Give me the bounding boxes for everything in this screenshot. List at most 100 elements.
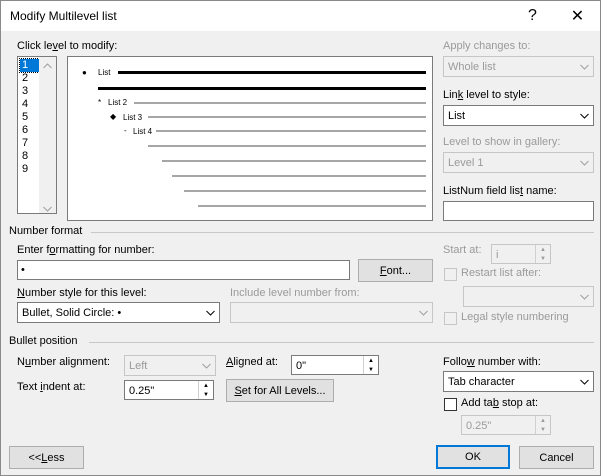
spin-up-icon[interactable]: ▲ [364, 356, 378, 365]
preview-bullet-2: * [98, 98, 102, 107]
level-item-7[interactable]: 7 [20, 137, 39, 150]
chevron-down-icon [576, 153, 593, 172]
tab-stop-spinner: 0.25" ▲ ▼ [461, 415, 551, 435]
preview-line [184, 190, 426, 192]
spin-down-icon[interactable]: ▼ [364, 365, 378, 374]
dialog-title: Modify Multilevel list [10, 9, 117, 23]
legal-style-label: Legal style numbering [461, 311, 569, 323]
spin-up-icon: ▲ [540, 246, 546, 253]
number-alignment-combo: Left [124, 355, 216, 376]
scroll-up-icon[interactable] [43, 60, 52, 72]
spin-down-icon[interactable]: ▼ [199, 390, 213, 399]
font-button[interactable]: Font... [358, 259, 433, 282]
aligned-at-spinner[interactable]: 0" ▲ ▼ [291, 355, 379, 375]
level-list[interactable]: 1 2 3 4 5 6 7 8 9 [17, 56, 57, 214]
follow-number-label: Follow number with: [443, 356, 541, 368]
section-divider [91, 232, 594, 233]
add-tab-stop-checkbox[interactable] [444, 398, 457, 411]
number-style-value: Bullet, Solid Circle: • [22, 307, 122, 319]
chevron-down-icon [198, 356, 215, 375]
spin-down-icon: ▼ [540, 426, 546, 433]
chevron-down-icon [415, 303, 432, 322]
include-level-combo [230, 302, 433, 323]
preview-line [98, 87, 426, 90]
chevron-down-icon [576, 57, 593, 76]
start-at-label: Start at: [443, 244, 482, 256]
help-button[interactable]: ? [510, 1, 555, 31]
chevron-down-icon [576, 287, 593, 306]
listnum-label: ListNum field list name: [443, 185, 557, 197]
spin-arrows[interactable]: ▲ ▼ [198, 381, 213, 399]
title-bar: Modify Multilevel list ? ✕ [1, 1, 600, 31]
preview-text-2: List 2 [108, 98, 128, 107]
preview-text-3: List 3 [123, 113, 143, 122]
level-item-3[interactable]: 3 [20, 85, 39, 98]
text-indent-label: Text indent at: [17, 381, 86, 393]
preview-bullet-1: ● [82, 68, 87, 77]
number-format-field[interactable]: • [17, 260, 350, 280]
preview-line [118, 71, 426, 74]
level-item-8[interactable]: 8 [20, 150, 39, 163]
spin-up-icon: ▲ [540, 417, 546, 424]
level-item-1[interactable]: 1 [19, 58, 40, 73]
cancel-button[interactable]: Cancel [519, 446, 594, 469]
gallery-level-label: Level to show in gallery: [443, 136, 561, 148]
section-divider [89, 342, 594, 343]
tab-stop-value: 0.25" [466, 420, 492, 432]
link-level-combo[interactable]: List [443, 105, 594, 126]
follow-number-combo[interactable]: Tab character [443, 371, 594, 392]
less-button[interactable]: << Less [9, 446, 84, 469]
text-indent-spinner[interactable]: 0.25" ▲ ▼ [124, 380, 214, 400]
bullet-position-section: Bullet position [9, 335, 78, 347]
spin-down-icon: ▼ [540, 255, 546, 262]
start-at-value: i [496, 249, 499, 261]
level-item-5[interactable]: 5 [20, 111, 39, 124]
apply-changes-value: Whole list [448, 61, 496, 73]
preview-line [198, 205, 426, 207]
legal-style-checkbox [444, 312, 457, 325]
number-format-value: • [21, 264, 25, 276]
preview-text-1: List [98, 68, 111, 77]
restart-list-checkbox [444, 268, 457, 281]
restart-list-combo [463, 286, 594, 307]
level-list-scrollbar[interactable] [39, 57, 56, 213]
gallery-level-value: Level 1 [448, 157, 484, 169]
link-level-value: List [448, 110, 466, 122]
close-button[interactable]: ✕ [555, 1, 600, 31]
set-for-all-levels-button[interactable]: Set for All Levels... [226, 379, 334, 402]
number-style-label: Number style for this level: [17, 287, 147, 299]
close-icon: ✕ [570, 8, 585, 25]
enter-formatting-label: Enter formatting for number: [17, 244, 155, 256]
level-item-4[interactable]: 4 [20, 98, 39, 111]
apply-changes-combo: Whole list [443, 56, 594, 77]
apply-changes-label: Apply changes to: [443, 40, 531, 52]
follow-number-value: Tab character [448, 376, 515, 388]
ok-button[interactable]: OK [436, 445, 510, 469]
scroll-down-icon[interactable] [43, 203, 52, 215]
preview-line [162, 160, 426, 162]
include-level-label: Include level number from: [230, 287, 360, 299]
add-tab-stop-label: Add tab stop at: [461, 397, 539, 409]
spin-arrows: ▲ ▼ [535, 245, 550, 263]
number-alignment-label: Number alignment: [17, 356, 110, 368]
listnum-field[interactable] [443, 201, 594, 221]
level-item-2[interactable]: 2 [20, 72, 39, 85]
help-icon: ? [528, 7, 537, 24]
number-alignment-value: Left [129, 360, 148, 372]
chevron-down-icon[interactable] [576, 106, 593, 125]
chevron-down-icon[interactable] [576, 372, 593, 391]
level-item-6[interactable]: 6 [20, 124, 39, 137]
chevron-down-icon[interactable] [202, 303, 219, 322]
spin-arrows[interactable]: ▲ ▼ [363, 356, 378, 374]
preview-line [156, 130, 426, 132]
number-style-combo[interactable]: Bullet, Solid Circle: • [17, 302, 220, 323]
number-format-section: Number format [9, 225, 83, 237]
level-item-9[interactable]: 9 [20, 163, 39, 176]
preview-text-4: List 4 [133, 127, 153, 136]
preview-line [148, 116, 426, 118]
spin-up-icon[interactable]: ▲ [199, 381, 213, 390]
preview-bullet-4: - [124, 126, 127, 135]
list-preview: ● List * List 2 ◆ List 3 - List 4 [67, 56, 433, 221]
start-at-spinner: i ▲ ▼ [491, 244, 551, 264]
preview-line [172, 175, 426, 177]
